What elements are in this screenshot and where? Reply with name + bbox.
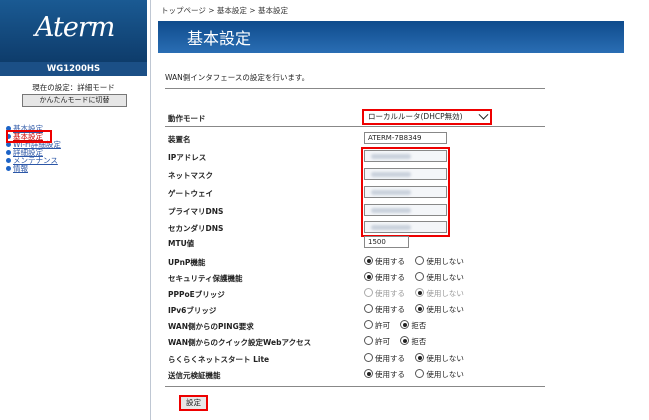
mode-select[interactable]: ローカルルータ(DHCP無効) <box>362 109 492 125</box>
wan-ping-allow-option[interactable]: 許可 <box>364 320 390 331</box>
source-verify-enable-option[interactable]: 使用する <box>364 369 405 380</box>
upnp-label: UPnP機能 <box>168 258 206 267</box>
model-name: WG1200HS <box>0 62 147 76</box>
pppoe-bridge-label: PPPoEブリッジ <box>168 290 225 299</box>
wan-quick-web-allow-option[interactable]: 許可 <box>364 336 390 347</box>
pane-divider <box>150 0 151 420</box>
security-label: セキュリティ保護機能 <box>168 274 243 283</box>
mtu-input[interactable]: 1500 <box>364 236 409 248</box>
radio-selected-icon[interactable] <box>364 369 373 378</box>
bullet-icon <box>6 166 11 171</box>
option-label: 使用しない <box>426 354 464 363</box>
security-disable-option[interactable]: 使用しない <box>415 272 464 283</box>
divider <box>165 126 545 127</box>
pppoe-bridge-radio-group: 使用する 使用しない <box>364 288 472 299</box>
source-verify-label: 送信元検証機能 <box>168 371 221 380</box>
switch-simple-mode-button[interactable]: かんたんモードに切替 <box>22 94 127 107</box>
bullet-icon <box>6 158 11 163</box>
divider <box>165 386 545 387</box>
security-radio-group: 使用する 使用しない <box>364 272 472 283</box>
source-verify-disable-option[interactable]: 使用しない <box>415 369 464 380</box>
radio-icon[interactable] <box>364 336 373 345</box>
wan-quick-web-label: WAN側からのクイック設定Webアクセス <box>168 338 312 347</box>
breadcrumb: トップページ > 基本設定 > 基本設定 <box>161 6 288 15</box>
bullet-icon <box>6 150 11 155</box>
sidebar-item-info[interactable]: 情報 <box>5 165 61 173</box>
option-label: 使用する <box>375 354 405 363</box>
radio-selected-disabled-icon <box>415 288 425 297</box>
source-verify-radio-group: 使用する 使用しない <box>364 369 472 380</box>
mode-label: 動作モード <box>168 114 206 123</box>
page-title: 基本設定 <box>187 29 252 48</box>
device-name-label: 装置名 <box>168 135 191 144</box>
ipv6-disable-option[interactable]: 使用しない <box>415 304 464 315</box>
pppoe-disable-option: 使用しない <box>415 288 464 299</box>
radio-selected-icon[interactable] <box>415 353 425 362</box>
wan-ping-label: WAN側からのPING要求 <box>168 322 254 331</box>
page-description: WAN側インタフェースの設定を行います。 <box>165 73 310 82</box>
option-label: 許可 <box>375 321 390 330</box>
upnp-enable-option[interactable]: 使用する <box>364 256 405 267</box>
option-label: 使用する <box>375 273 405 282</box>
option-label: 拒否 <box>411 337 427 346</box>
chevron-down-icon <box>478 109 489 120</box>
option-label: 使用しない <box>426 273 464 282</box>
radio-icon[interactable] <box>415 272 425 281</box>
radio-icon[interactable] <box>364 304 373 313</box>
radio-selected-icon[interactable] <box>400 320 410 329</box>
radio-selected-icon[interactable] <box>364 256 373 265</box>
nav-highlight-frame <box>6 130 52 143</box>
option-label: 使用する <box>375 305 405 314</box>
option-label: 使用する <box>375 289 405 298</box>
option-label: 使用する <box>375 370 405 379</box>
option-label: 使用しない <box>426 257 464 266</box>
netmask-label: ネットマスク <box>168 171 213 180</box>
option-label: 使用しない <box>426 289 464 298</box>
device-name-input[interactable]: ATERM-7B8349 <box>364 132 447 144</box>
current-mode-text: 現在の設定：詳細モード <box>32 83 115 92</box>
wan-ping-radio-group: 許可 拒否 <box>364 320 434 331</box>
radio-icon[interactable] <box>415 256 425 265</box>
rakuraku-radio-group: 使用する 使用しない <box>364 353 472 364</box>
radio-selected-icon[interactable] <box>415 304 425 313</box>
wan-quick-web-deny-option[interactable]: 拒否 <box>400 336 426 347</box>
radio-disabled-icon <box>364 288 373 297</box>
wan-quick-web-radio-group: 許可 拒否 <box>364 336 434 347</box>
radio-icon[interactable] <box>364 353 373 362</box>
save-button[interactable]: 設定 <box>179 395 208 411</box>
wan-ping-deny-option[interactable]: 拒否 <box>400 320 426 331</box>
upnp-disable-option[interactable]: 使用しない <box>415 256 464 267</box>
sidebar-item-label: 情報 <box>13 164 28 173</box>
radio-icon[interactable] <box>415 369 425 378</box>
rakuraku-label: らくらくネットスタート Lite <box>168 355 270 364</box>
option-label: 使用しない <box>426 370 464 379</box>
ip-fields-highlight-frame <box>361 147 450 237</box>
gateway-label: ゲートウェイ <box>168 189 213 198</box>
option-label: 許可 <box>375 337 390 346</box>
radio-selected-icon[interactable] <box>364 272 373 281</box>
mode-select-value: ローカルルータ(DHCP無効) <box>368 112 463 121</box>
mtu-label: MTU値 <box>168 239 195 248</box>
secondary-dns-label: セカンダリDNS <box>168 224 224 233</box>
radio-selected-icon[interactable] <box>400 336 410 345</box>
security-enable-option[interactable]: 使用する <box>364 272 405 283</box>
upnp-radio-group: 使用する 使用しない <box>364 256 472 267</box>
radio-icon[interactable] <box>364 320 373 329</box>
rakuraku-disable-option[interactable]: 使用しない <box>415 353 464 364</box>
ip-address-label: IPアドレス <box>168 153 207 162</box>
option-label: 使用する <box>375 257 405 266</box>
option-label: 拒否 <box>411 321 427 330</box>
divider <box>165 88 545 89</box>
ipv6-bridge-label: IPv6ブリッジ <box>168 306 217 315</box>
option-label: 使用しない <box>426 305 464 314</box>
ipv6-enable-option[interactable]: 使用する <box>364 304 405 315</box>
pppoe-enable-option: 使用する <box>364 288 405 299</box>
ipv6-bridge-radio-group: 使用する 使用しない <box>364 304 472 315</box>
aterm-logo: Aterm <box>35 12 115 43</box>
primary-dns-label: プライマリDNS <box>168 207 224 216</box>
rakuraku-enable-option[interactable]: 使用する <box>364 353 405 364</box>
